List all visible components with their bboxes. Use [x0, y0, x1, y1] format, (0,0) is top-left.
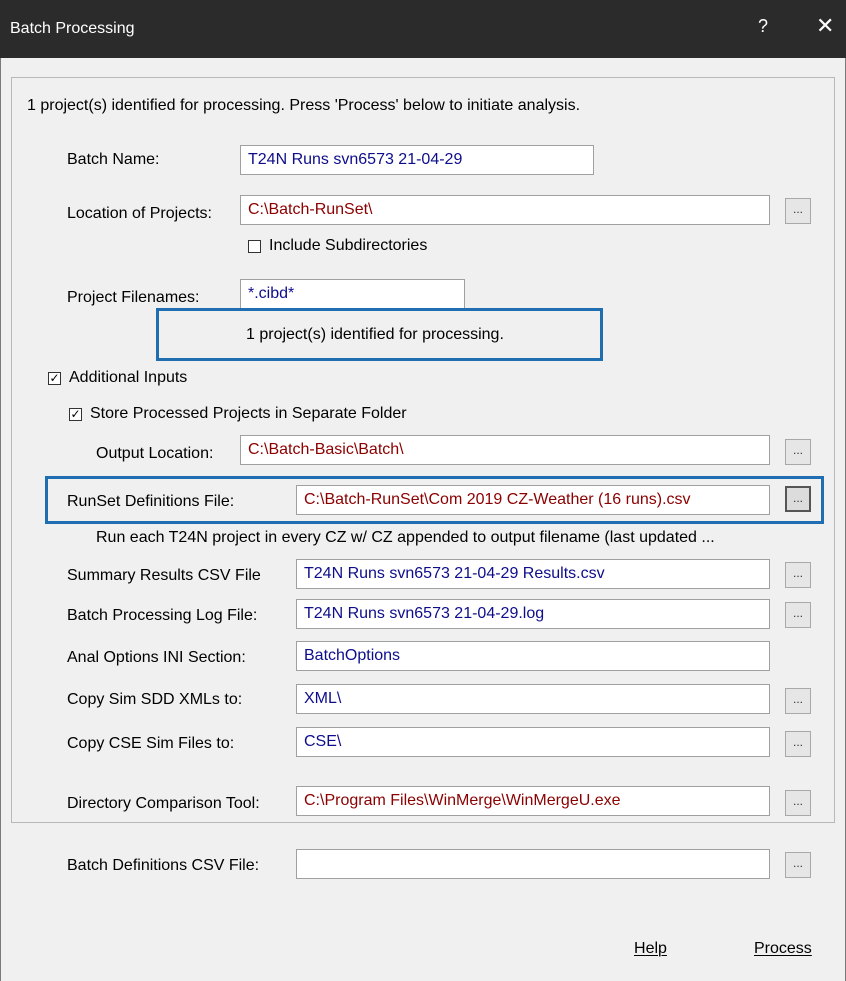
copy-cse-browse-button[interactable]: ... — [785, 731, 811, 757]
output-location-input[interactable]: C:\Batch-Basic\Batch\ — [240, 435, 770, 465]
runset-description: Run each T24N project in every CZ w/ CZ … — [96, 529, 715, 546]
process-button-label: rocess — [764, 940, 812, 957]
output-location-label: Output Location: — [96, 445, 214, 462]
location-browse-button[interactable]: ... — [785, 198, 811, 224]
log-file-browse-button[interactable]: ... — [785, 602, 811, 628]
filenames-input[interactable]: *.cibd* — [240, 279, 465, 309]
runset-browse-button[interactable]: ... — [785, 486, 811, 512]
batch-defs-input[interactable] — [296, 849, 770, 879]
runset-label: RunSet Definitions File: — [67, 493, 235, 510]
identified-text: 1 project(s) identified for processing. — [246, 326, 504, 343]
include-subdirs-checkbox[interactable] — [248, 240, 261, 253]
anal-options-label: Anal Options INI Section: — [67, 649, 246, 666]
filenames-label: Project Filenames: — [67, 289, 200, 306]
batch-name-label: Batch Name: — [67, 151, 160, 168]
output-location-browse-button[interactable]: ... — [785, 439, 811, 465]
compare-tool-input[interactable]: C:\Program Files\WinMerge\WinMergeU.exe — [296, 786, 770, 816]
additional-inputs-checkbox[interactable]: ✓ — [48, 372, 61, 385]
location-input[interactable]: C:\Batch-RunSet\ — [240, 195, 770, 225]
store-separate-checkbox[interactable]: ✓ — [69, 408, 82, 421]
process-button-mnemonic: P — [754, 940, 765, 957]
log-file-input[interactable]: T24N Runs svn6573 21-04-29.log — [296, 599, 770, 629]
compare-tool-browse-button[interactable]: ... — [785, 790, 811, 816]
compare-tool-label: Directory Comparison Tool: — [67, 795, 260, 812]
additional-inputs-label: Additional Inputs — [69, 369, 188, 386]
batch-name-input[interactable]: T24N Runs svn6573 21-04-29 — [240, 145, 594, 175]
title-bar: Batch Processing ? ✕ — [0, 0, 846, 58]
summary-csv-input[interactable]: T24N Runs svn6573 21-04-29 Results.csv — [296, 559, 770, 589]
batch-defs-browse-button[interactable]: ... — [785, 852, 811, 878]
help-button-label: elp — [645, 940, 667, 957]
store-separate-label: Store Processed Projects in Separate Fol… — [90, 405, 407, 422]
copy-sdd-label: Copy Sim SDD XMLs to: — [67, 691, 243, 708]
log-file-label: Batch Processing Log File: — [67, 607, 258, 624]
batch-defs-label: Batch Definitions CSV File: — [67, 857, 260, 874]
close-icon[interactable]: ✕ — [816, 13, 834, 39]
copy-cse-input[interactable]: CSE\ — [296, 727, 770, 757]
status-text: 1 project(s) identified for processing. … — [27, 97, 581, 114]
copy-cse-label: Copy CSE Sim Files to: — [67, 735, 235, 752]
window-title: Batch Processing — [10, 20, 135, 37]
runset-input[interactable]: C:\Batch-RunSet\Com 2019 CZ-Weather (16 … — [296, 485, 770, 515]
summary-csv-browse-button[interactable]: ... — [785, 562, 811, 588]
help-button-mnemonic: H — [634, 940, 646, 957]
help-icon[interactable]: ? — [758, 16, 768, 37]
include-subdirs-label: Include Subdirectories — [269, 237, 428, 254]
anal-options-input[interactable]: BatchOptions — [296, 641, 770, 671]
location-label: Location of Projects: — [67, 205, 212, 222]
copy-sdd-input[interactable]: XML\ — [296, 684, 770, 714]
summary-csv-label: Summary Results CSV File — [67, 567, 261, 584]
process-button[interactable]: Process — [754, 939, 812, 959]
help-button[interactable]: Help — [634, 939, 667, 959]
copy-sdd-browse-button[interactable]: ... — [785, 688, 811, 714]
